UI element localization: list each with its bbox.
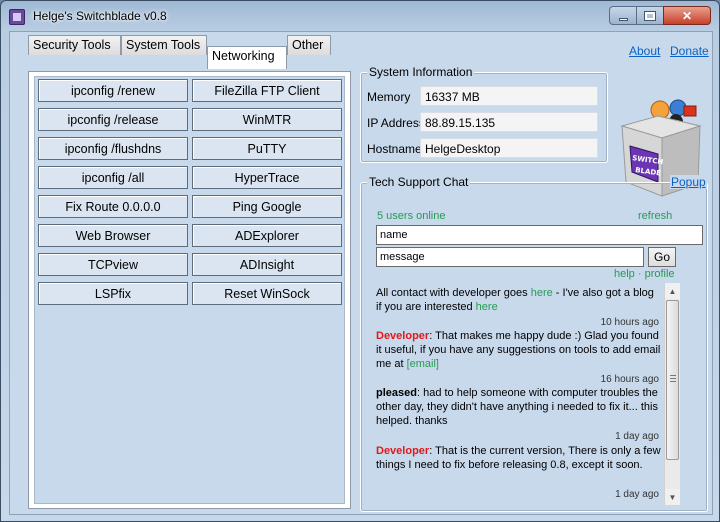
chat-message-input[interactable]: message	[376, 247, 644, 267]
chat-intro-part1: All contact with developer goes	[376, 287, 531, 299]
window-title: Helge's Switchblade v0.8	[33, 9, 167, 23]
scrollbar-thumb[interactable]	[666, 300, 679, 460]
message-author: pleased	[376, 387, 417, 399]
scroll-up-icon[interactable]: ▲	[665, 283, 680, 299]
contact-here-link[interactable]: here	[531, 287, 553, 299]
hostname-label: Hostname	[367, 142, 422, 156]
tab-other[interactable]: Other	[287, 35, 331, 55]
chat-name-input[interactable]: name	[376, 225, 703, 245]
tech-support-chat-group: Tech Support Chat Popup 5 users online r…	[360, 175, 708, 512]
tool-button-hypertrace[interactable]: HyperTrace	[192, 166, 342, 189]
tool-button-ipconfig-renew[interactable]: ipconfig /renew	[38, 79, 188, 102]
tab-system-tools[interactable]: System Tools	[121, 35, 207, 55]
app-window: Helge's Switchblade v0.8 ✕ Security Tool…	[0, 0, 720, 522]
message-timestamp: 1 day ago	[615, 431, 659, 442]
tab-security-tools[interactable]: Security Tools	[28, 35, 121, 55]
tech-support-chat-title: Tech Support Chat	[367, 175, 471, 189]
chat-help-profile: help · profile	[614, 268, 675, 280]
tool-button-fix-route[interactable]: Fix Route 0.0.0.0	[38, 195, 188, 218]
tool-button-ipconfig-all[interactable]: ipconfig /all	[38, 166, 188, 189]
tool-button-lspfix[interactable]: LSPfix	[38, 282, 188, 305]
tab-networking[interactable]: Networking	[207, 46, 287, 69]
tool-button-web-browser[interactable]: Web Browser	[38, 224, 188, 247]
tool-button-area: ipconfig /renew FileZilla FTP Client ipc…	[34, 76, 345, 504]
memory-label: Memory	[367, 90, 411, 104]
users-online-label: 5 users online	[377, 210, 446, 222]
ip-address-value: 88.89.15.135	[420, 112, 598, 132]
grip-line	[670, 375, 676, 376]
system-information-group: System Information Memory 16337 MB IP Ad…	[360, 65, 608, 163]
tool-button-putty[interactable]: PuTTY	[192, 137, 342, 160]
chat-scrollbar[interactable]: ▲ ▼	[664, 283, 680, 505]
maximize-button[interactable]	[636, 6, 664, 25]
grip-line	[670, 381, 676, 382]
networking-panel: ipconfig /renew FileZilla FTP Client ipc…	[28, 71, 351, 509]
chat-popup-link[interactable]: Popup	[670, 175, 707, 189]
chat-message: Developer: That is the current version, …	[376, 444, 661, 472]
tool-button-filezilla[interactable]: FileZilla FTP Client	[192, 79, 342, 102]
message-text: : had to help someone with computer trou…	[376, 387, 658, 427]
message-author: Developer	[376, 445, 430, 457]
app-icon[interactable]	[9, 9, 25, 25]
chat-help-link[interactable]: help	[614, 268, 635, 280]
chat-link-separator: ·	[637, 268, 642, 280]
maximize-icon	[644, 10, 656, 21]
tool-button-reset-winsock[interactable]: Reset WinSock	[192, 282, 342, 305]
memory-value: 16337 MB	[420, 86, 598, 106]
donate-link[interactable]: Donate	[670, 44, 709, 58]
tool-button-ping-google[interactable]: Ping Google	[192, 195, 342, 218]
chat-message: Developer: That makes me happy dude :) G…	[376, 329, 661, 371]
tool-button-ipconfig-release[interactable]: ipconfig /release	[38, 108, 188, 131]
about-link[interactable]: About	[629, 44, 660, 58]
blog-here-link[interactable]: here	[476, 301, 498, 313]
minimize-icon	[618, 17, 628, 21]
tool-button-ipconfig-flushdns[interactable]: ipconfig /flushdns	[38, 137, 188, 160]
message-timestamp: 16 hours ago	[600, 374, 659, 385]
tool-button-adexplorer[interactable]: ADExplorer	[192, 224, 342, 247]
message-author: Developer	[376, 330, 430, 342]
system-information-title: System Information	[367, 65, 475, 79]
scroll-down-icon[interactable]: ▼	[665, 489, 680, 505]
tool-button-winmtr[interactable]: WinMTR	[192, 108, 342, 131]
chat-refresh-link[interactable]: refresh	[638, 210, 672, 222]
title-bar[interactable]: Helge's Switchblade v0.8 ✕	[1, 1, 719, 31]
chat-message: pleased: had to help someone with comput…	[376, 386, 661, 428]
tool-button-tcpview[interactable]: TCPview	[38, 253, 188, 276]
chat-go-button[interactable]: Go	[648, 247, 676, 267]
tool-button-adinsight[interactable]: ADInsight	[192, 253, 342, 276]
ip-address-label: IP Address	[367, 116, 425, 130]
chat-profile-link[interactable]: profile	[645, 268, 675, 280]
grip-line	[670, 378, 676, 379]
chat-intro-text: All contact with developer goes here - I…	[376, 286, 661, 314]
email-link[interactable]: [email]	[407, 358, 439, 370]
close-button[interactable]: ✕	[663, 6, 711, 25]
message-timestamp: 10 hours ago	[600, 317, 659, 328]
message-timestamp: 1 day ago	[615, 489, 659, 500]
close-icon: ✕	[681, 8, 693, 23]
main-client-area: Security Tools System Tools Networking O…	[9, 31, 713, 515]
hostname-value: HelgeDesktop	[420, 138, 598, 158]
minimize-button[interactable]	[609, 6, 637, 25]
